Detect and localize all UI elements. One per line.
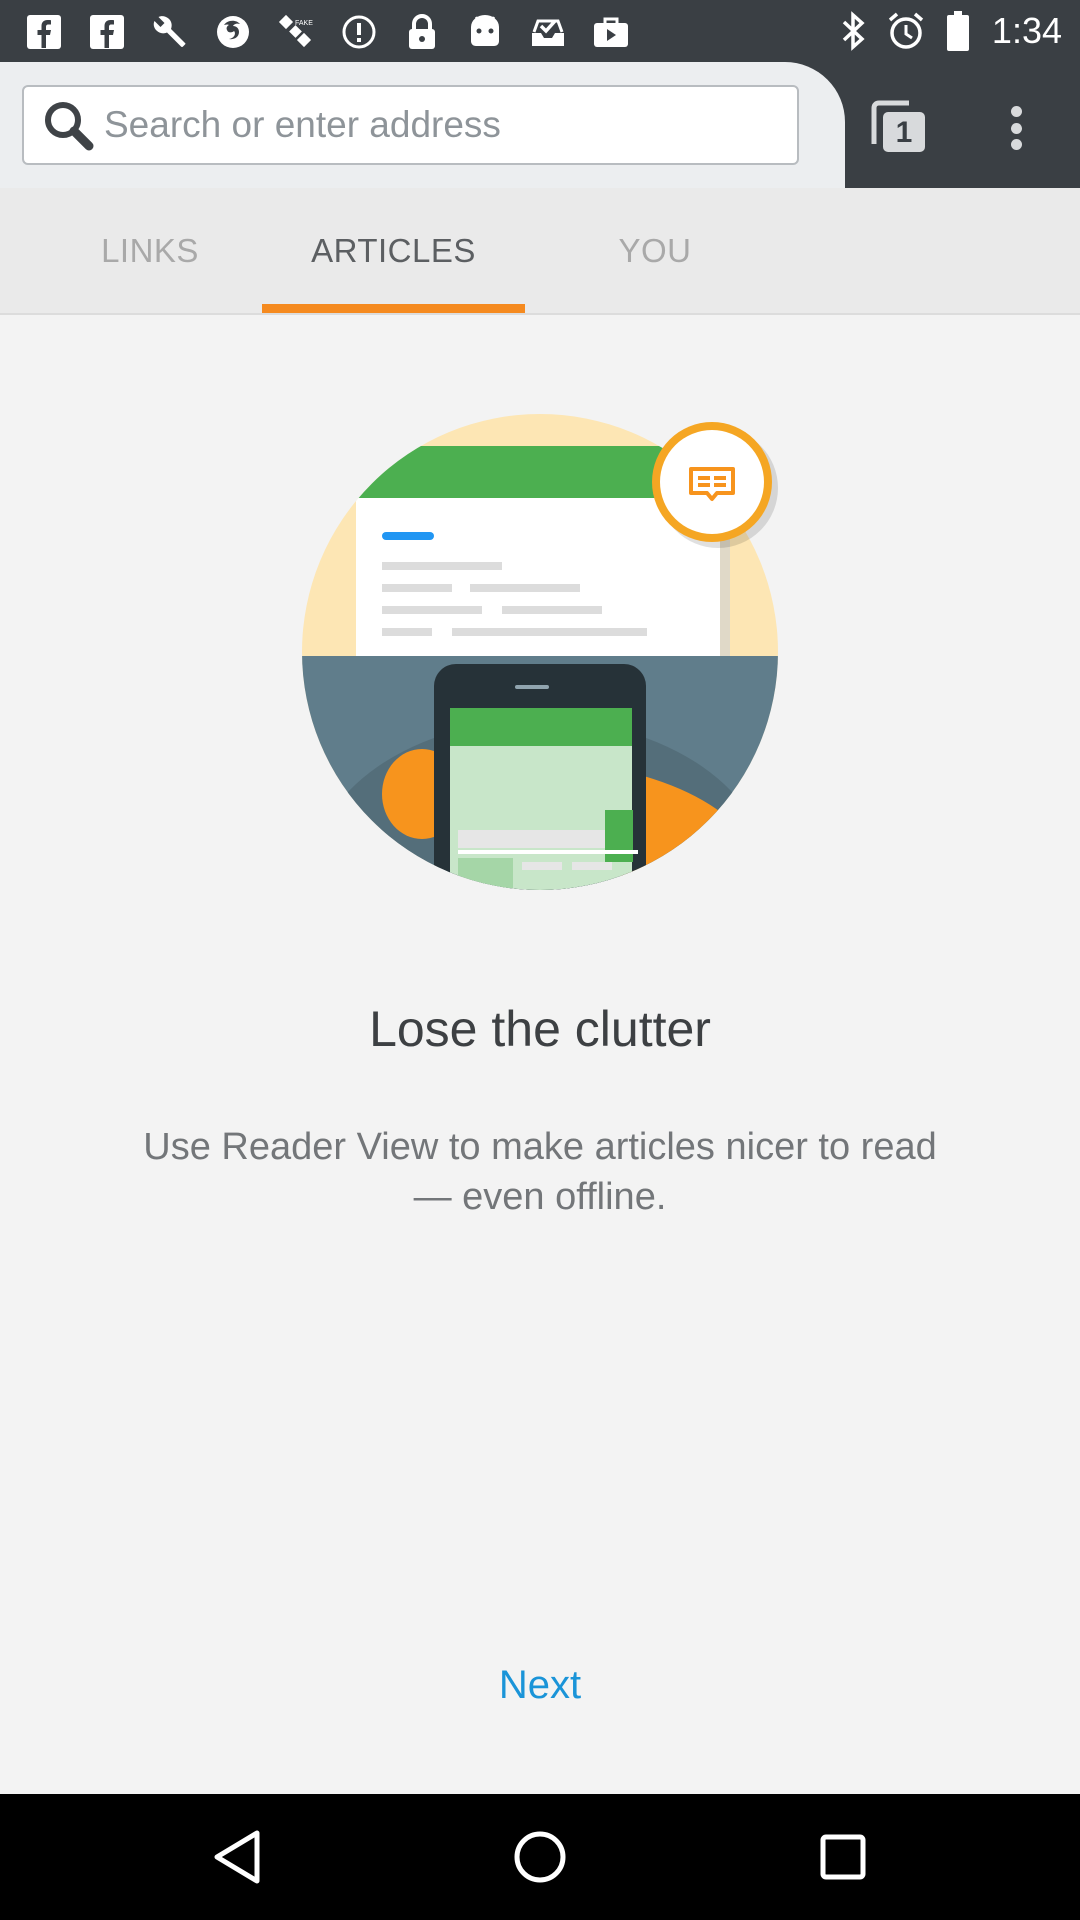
satellite-icon: FAKE [276,12,316,52]
system-status: 1:34 [834,8,1062,54]
overflow-menu-button[interactable] [998,100,1034,156]
clock: 1:34 [991,10,1062,51]
page-description: Use Reader View to make articles nicer t… [143,1126,937,1218]
tab-links-label: LINKS [101,231,199,269]
panel-tabs: LINKS ARTICLES YOU [0,188,1080,315]
search-icon [38,95,98,155]
reader-view-illustration [290,410,810,900]
browser-toolbar: 1 [0,62,1080,188]
tab-links[interactable]: LINKS [50,188,250,313]
page-title: Lose the clutter [369,1001,711,1057]
tabs-counter-button[interactable]: 1 [870,100,930,156]
home-button[interactable] [505,1822,575,1892]
menu-dot [1010,122,1022,134]
notification-icons: FAKE [24,12,654,52]
status-bar: FAKE 1:34 [0,0,1080,62]
svg-text:FAKE: FAKE [295,20,313,27]
inbox-check-icon [528,12,568,52]
recents-button[interactable] [808,1822,878,1892]
bluetooth-icon [834,11,874,51]
active-tab-indicator [262,304,525,313]
lock-icon [402,12,442,52]
battery-icon [938,11,978,51]
briefcase-icon [591,12,631,52]
back-triangle-icon [214,1830,260,1884]
firefox-icon [213,12,253,52]
facebook-icon [24,12,64,52]
facebook-icon [87,12,127,52]
menu-dot [1010,139,1022,150]
tab-articles-label: ARTICLES [311,231,476,269]
wrench-icon [150,12,190,52]
back-button[interactable] [202,1822,272,1892]
home-circle-icon [514,1831,566,1883]
tab-count: 1 [895,116,913,149]
tab-you-label: YOU [618,231,692,269]
android-icon [465,12,505,52]
tab-you[interactable]: YOU [555,188,755,313]
menu-dot [1010,106,1022,117]
navigation-bar [0,1794,1080,1920]
alert-icon [339,12,379,52]
recents-square-icon [820,1834,866,1880]
url-bar[interactable] [22,85,799,165]
tab-articles[interactable]: ARTICLES [262,188,525,313]
next-button[interactable]: Next [440,1650,640,1720]
url-bar-area [0,62,845,188]
search-input[interactable] [104,104,764,146]
alarm-icon [886,11,926,51]
